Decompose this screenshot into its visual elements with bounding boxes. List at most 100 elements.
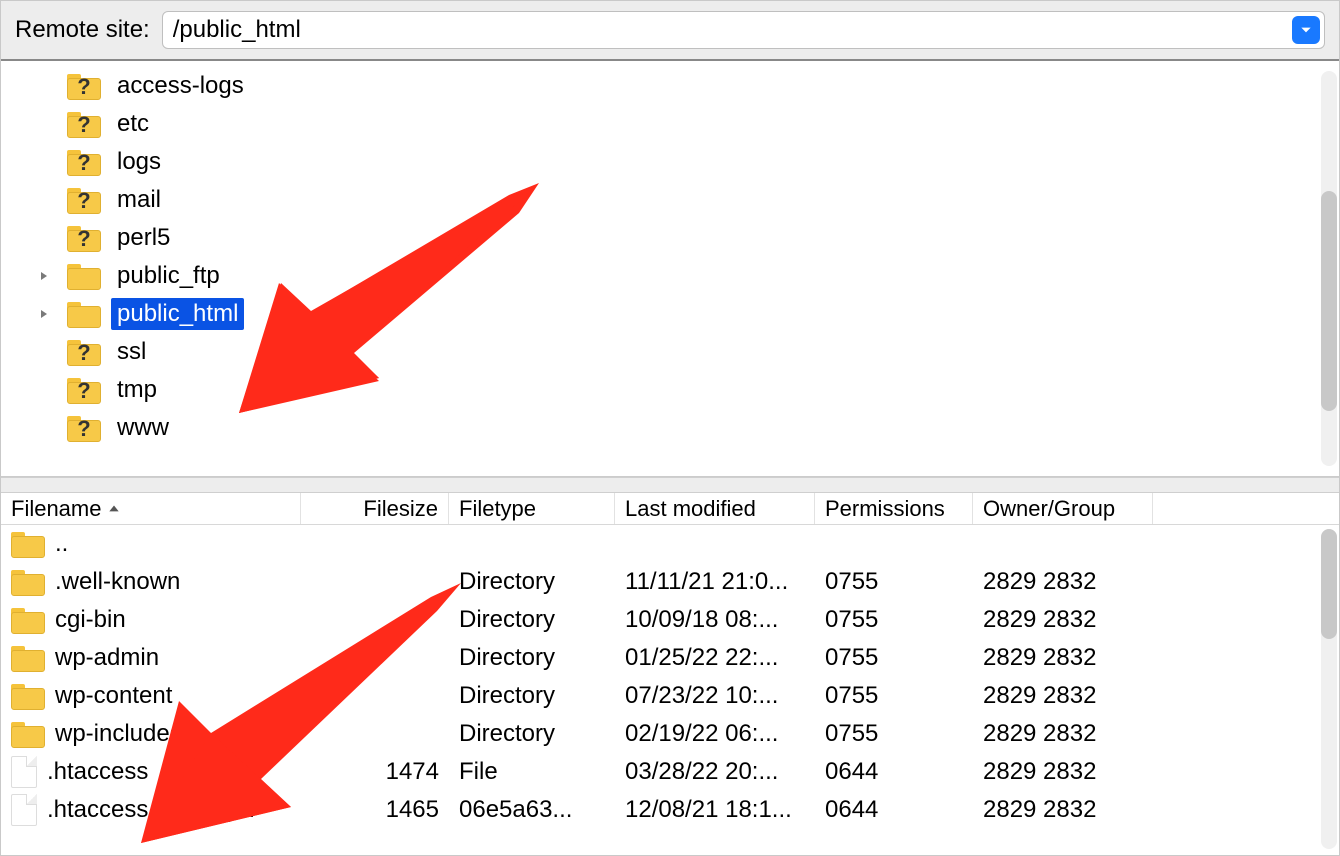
unknown-folder-icon: ? [67, 338, 101, 366]
question-mark-icon: ? [77, 340, 90, 366]
file-row[interactable]: wp-content Directory07/23/22 10:...075528… [1, 677, 1339, 715]
tree-item-public-html[interactable]: public_html [1, 295, 1339, 333]
unknown-folder-icon: ? [67, 186, 101, 214]
file-type-cell: Directory [449, 606, 615, 634]
tree-item-www[interactable]: ? www [1, 409, 1339, 447]
disclosure-triangle-icon[interactable] [35, 267, 53, 285]
address-bar: Remote site: [1, 1, 1339, 61]
folder-icon [11, 644, 45, 672]
file-owner-cell: 2829 2832 [973, 568, 1153, 596]
file-modified-cell: 12/08/21 18:1... [615, 796, 815, 824]
pane-splitter[interactable] [1, 477, 1339, 493]
file-owner-cell: 2829 2832 [973, 644, 1153, 672]
file-modified-cell: 01/25/22 22:... [615, 644, 815, 672]
path-dropdown-button[interactable] [1292, 16, 1320, 44]
file-icon [11, 756, 37, 788]
file-name-cell: wp-admin [1, 644, 301, 672]
file-name-label: .well-known [55, 568, 180, 596]
tree-item-label: etc [111, 108, 155, 140]
tree-item-perl5[interactable]: ?perl5 [1, 219, 1339, 257]
tree-item-label: tmp [111, 374, 163, 406]
file-row[interactable]: wp-adminDirectory01/25/22 22:...07552829… [1, 639, 1339, 677]
file-name-label: .htaccess.phpupg... [47, 796, 255, 824]
column-header-filename[interactable]: Filename [1, 493, 301, 524]
file-size-cell: 1465 [301, 796, 449, 824]
tree-item-ssl[interactable]: ?ssl [1, 333, 1339, 371]
file-name-cell: .htaccess [1, 756, 301, 788]
file-name-cell: .well-known [1, 568, 301, 596]
file-permissions-cell: 0644 [815, 796, 973, 824]
file-row[interactable]: cgi-binDirectory10/09/18 08:...07552829 … [1, 601, 1339, 639]
directory-tree[interactable]: ?access-logs? etc?logs?mail?perl5public_f… [1, 61, 1339, 447]
column-header-modified[interactable]: Last modified [615, 493, 815, 524]
file-type-cell: Directory [449, 568, 615, 596]
tree-item-mail[interactable]: ?mail [1, 181, 1339, 219]
file-permissions-cell: 0755 [815, 720, 973, 748]
column-label: Filetype [459, 496, 536, 522]
file-modified-cell: 03/28/22 20:... [615, 758, 815, 786]
files-scrollbar-thumb[interactable] [1321, 529, 1337, 639]
file-list-pane: Filename Filesize Filetype Last modified… [1, 493, 1339, 855]
file-owner-cell: 2829 2832 [973, 720, 1153, 748]
column-header-filetype[interactable]: Filetype [449, 493, 615, 524]
file-name-cell: wp-content [1, 682, 301, 710]
file-type-cell: Directory [449, 682, 615, 710]
file-row[interactable]: .. [1, 525, 1339, 563]
tree-item-access-logs[interactable]: ?access-logs [1, 67, 1339, 105]
file-icon [11, 794, 37, 826]
tree-item-public-ftp[interactable]: public_ftp [1, 257, 1339, 295]
folder-icon [11, 568, 45, 596]
tree-item-label: www [111, 412, 175, 444]
file-type-cell: Directory [449, 720, 615, 748]
files-scrollbar[interactable] [1321, 529, 1337, 849]
unknown-folder-icon: ? [67, 110, 101, 138]
file-modified-cell: 11/11/21 21:0... [615, 568, 815, 596]
file-name-cell: .. [1, 530, 301, 558]
folder-icon [11, 720, 45, 748]
address-label: Remote site: [15, 16, 150, 44]
file-list-body[interactable]: ...well-knownDirectory11/11/21 21:0...07… [1, 525, 1339, 829]
disclosure-triangle-icon[interactable] [35, 305, 53, 323]
tree-item-tmp[interactable]: ? tmp [1, 371, 1339, 409]
file-owner-cell: 2829 2832 [973, 606, 1153, 634]
address-input-wrap [162, 11, 1325, 49]
question-mark-icon: ? [77, 226, 90, 252]
tree-item-etc[interactable]: ? etc [1, 105, 1339, 143]
column-label: Permissions [825, 496, 945, 522]
file-row[interactable]: .htaccess1474File03/28/22 20:...06442829… [1, 753, 1339, 791]
file-owner-cell: 2829 2832 [973, 682, 1153, 710]
file-name-cell: .htaccess.phpupg... [1, 794, 301, 826]
file-row[interactable]: wp-includes Directory02/19/22 06:...07552… [1, 715, 1339, 753]
file-permissions-cell: 0755 [815, 568, 973, 596]
tree-scrollbar-thumb[interactable] [1321, 191, 1337, 411]
file-name-label: .htaccess [47, 758, 148, 786]
file-owner-cell: 2829 2832 [973, 758, 1153, 786]
column-label: Filename [11, 496, 101, 522]
file-permissions-cell: 0755 [815, 644, 973, 672]
file-row[interactable]: .htaccess.phpupg... 146506e5a63...12/08/2… [1, 791, 1339, 829]
file-permissions-cell: 0755 [815, 682, 973, 710]
column-header-filesize[interactable]: Filesize [301, 493, 449, 524]
unknown-folder-icon: ? [67, 148, 101, 176]
folder-icon [67, 300, 101, 328]
folder-icon [11, 682, 45, 710]
chevron-down-icon [1299, 23, 1313, 37]
unknown-folder-icon: ? [67, 414, 101, 442]
column-header-owner[interactable]: Owner/Group [973, 493, 1153, 524]
file-modified-cell: 02/19/22 06:... [615, 720, 815, 748]
tree-scrollbar[interactable] [1321, 71, 1337, 466]
directory-tree-pane: ?access-logs? etc?logs?mail?perl5public_f… [1, 61, 1339, 477]
file-owner-cell: 2829 2832 [973, 796, 1153, 824]
unknown-folder-icon: ? [67, 376, 101, 404]
remote-path-input[interactable] [173, 16, 1286, 44]
file-type-cell: 06e5a63... [449, 796, 615, 824]
question-mark-icon: ? [77, 112, 90, 138]
question-mark-icon: ? [77, 378, 90, 404]
file-type-cell: File [449, 758, 615, 786]
column-header-permissions[interactable]: Permissions [815, 493, 973, 524]
tree-item-logs[interactable]: ?logs [1, 143, 1339, 181]
file-list-header: Filename Filesize Filetype Last modified… [1, 493, 1339, 525]
file-name-cell: wp-includes [1, 720, 301, 748]
file-row[interactable]: .well-known Directory11/11/21 21:0...0755… [1, 563, 1339, 601]
file-modified-cell: 07/23/22 10:... [615, 682, 815, 710]
